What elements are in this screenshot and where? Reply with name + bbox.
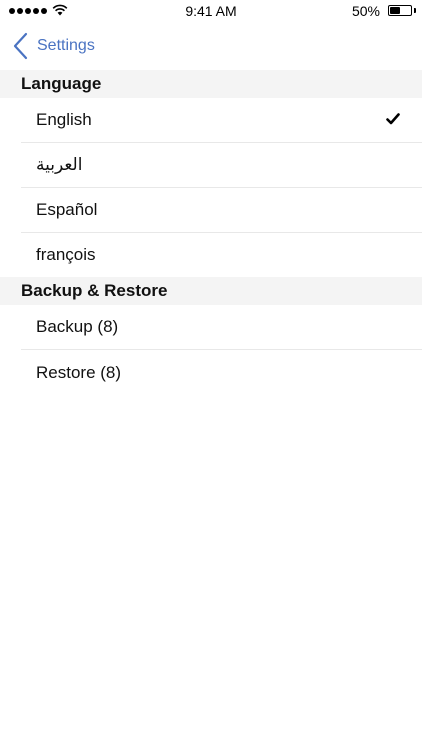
restore-item[interactable]: Restore (8) (21, 351, 422, 396)
checkmark-icon (386, 113, 400, 125)
language-option-french[interactable]: françois (21, 233, 422, 278)
language-option-english[interactable]: English (21, 98, 422, 143)
back-button[interactable]: Settings (12, 30, 95, 62)
status-bar: 9:41 AM 50% (0, 0, 422, 22)
battery-icon (388, 5, 412, 16)
backup-item[interactable]: Backup (8) (21, 305, 422, 350)
language-option-label: Español (36, 200, 98, 219)
battery-percent: 50% (351, 3, 380, 19)
battery-cap (414, 8, 416, 13)
section-header-backup-restore: Backup & Restore (0, 277, 422, 305)
chevron-left-icon (13, 32, 28, 60)
restore-label: Restore (8) (36, 363, 122, 382)
back-label: Settings (37, 37, 95, 54)
language-option-label: العربية (36, 155, 83, 174)
navigation-bar: Settings (0, 22, 422, 70)
language-option-label: English (36, 110, 92, 129)
language-option-arabic[interactable]: العربية (21, 143, 422, 188)
language-option-spanish[interactable]: Español (21, 188, 422, 233)
backup-label: Backup (8) (36, 317, 119, 336)
section-header-language: Language (0, 70, 422, 98)
language-option-label: françois (36, 245, 96, 264)
battery-fill (390, 7, 400, 14)
